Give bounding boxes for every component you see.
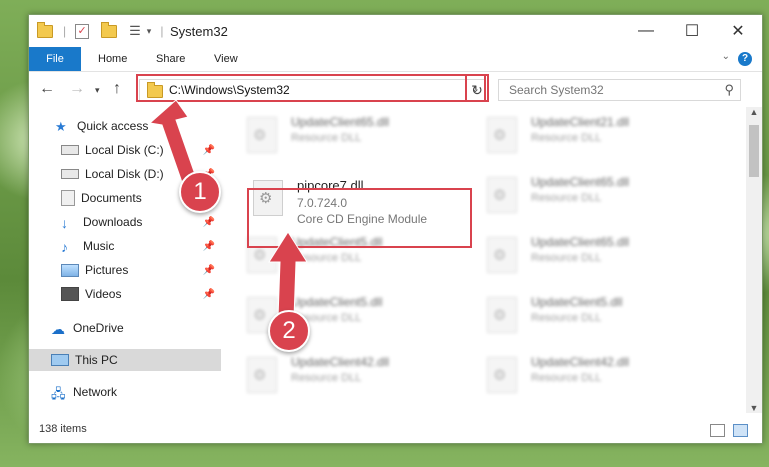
annotation-arrows: [148, 99, 308, 319]
arrow-step-2: [268, 231, 308, 319]
step-badge-1: 1: [179, 171, 221, 213]
step-badge-2: 2: [268, 310, 310, 352]
